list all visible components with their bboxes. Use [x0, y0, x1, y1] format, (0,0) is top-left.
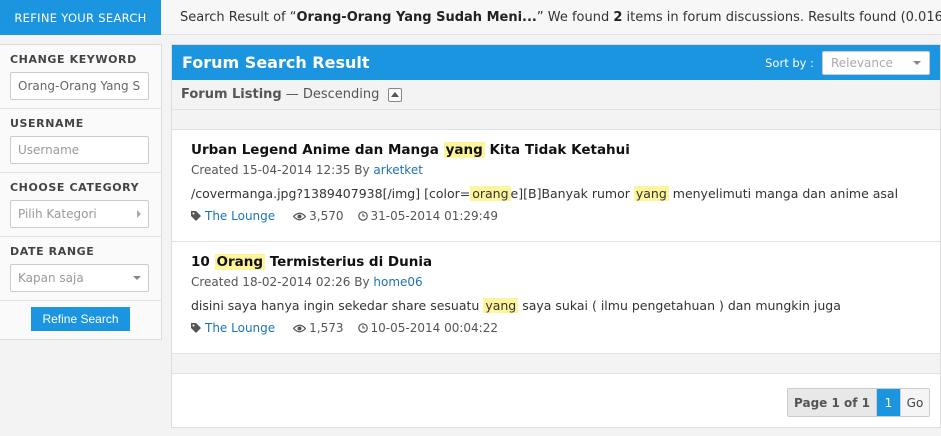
pagination-current-page[interactable]: 1 [877, 389, 901, 416]
result-created: Created 18-02-2014 02:26 By [191, 275, 374, 289]
date-title: DATE RANGE [10, 245, 95, 258]
keyword-title: CHANGE KEYWORD [10, 53, 137, 66]
snippet-text: menyelimuti manga dan anime asal [668, 186, 899, 201]
triangle-up-icon [391, 92, 400, 97]
result-author-link[interactable]: arketket [373, 163, 423, 177]
result-footer: The Lounge 1,573 10-05-2014 00:04:22 [191, 319, 940, 337]
highlight-term: orang [470, 186, 511, 201]
category-title: CHOOSE CATEGORY [10, 181, 140, 194]
keyword-input[interactable]: Orang-Orang Yang S [10, 72, 149, 100]
result-views: 3,570 [309, 209, 344, 223]
result-snippet: /covermanga.jpg?1389407938[/img] [color=… [191, 183, 940, 205]
pagination-go-button[interactable]: Go [901, 389, 929, 416]
result-category-link[interactable]: The Lounge [205, 209, 275, 223]
date-range-select[interactable]: Kapan saja [10, 264, 149, 292]
top-bar: REFINE YOUR SEARCH Search Result of “Ora… [0, 0, 941, 35]
forum-search-panel: Forum Search Result Sort by : Relevance … [171, 44, 941, 428]
username-title: USERNAME [10, 117, 84, 130]
clock-icon [357, 323, 368, 333]
list-footer-spacer [172, 354, 940, 374]
date-value: Kapan saja [18, 271, 84, 285]
date-section: DATE RANGE Kapan saja [0, 237, 161, 301]
listing-bar: Forum Listing — Descending [172, 80, 940, 110]
result-category-link[interactable]: The Lounge [205, 321, 275, 335]
keyword-value: Orang-Orang Yang S [18, 79, 141, 93]
summary-query: Orang-Orang Yang Sudah Meni... [296, 10, 537, 25]
title-text: Termisterius di Dunia [265, 254, 433, 270]
panel-header: Forum Search Result Sort by : Relevance [172, 45, 940, 80]
eye-icon [293, 212, 307, 220]
snippet-text: disini saya hanya ingin sekedar share se… [191, 298, 484, 313]
snippet-text: /covermanga.jpg?1389407938[/img] [color= [191, 186, 471, 201]
result-item: 10 Orang Termisterius di Dunia Created 1… [172, 242, 940, 354]
result-item: Urban Legend Anime dan Manga yang Kita T… [172, 130, 940, 242]
chevron-down-icon [913, 60, 921, 65]
result-meta: Created 15-04-2014 12:35 By arketket [191, 162, 940, 178]
sort-select[interactable]: Relevance [822, 50, 930, 75]
result-author-link[interactable]: home06 [373, 275, 422, 289]
keyword-section: CHANGE KEYWORD Orang-Orang Yang S [0, 45, 161, 109]
chevron-down-icon [133, 276, 141, 280]
category-select[interactable]: Pilih Kategori [10, 200, 149, 228]
sort-value: Relevance [831, 55, 893, 70]
category-section: CHOOSE CATEGORY Pilih Kategori [0, 173, 161, 237]
listing-label: Forum Listing [181, 87, 282, 102]
result-title[interactable]: Urban Legend Anime dan Manga yang Kita T… [191, 140, 940, 160]
result-created: Created 15-04-2014 12:35 By [191, 163, 374, 177]
collapse-toggle-icon[interactable] [388, 87, 403, 102]
listing-order: — Descending [285, 87, 380, 102]
tag-icon [191, 323, 201, 333]
result-views: 1,573 [309, 321, 344, 335]
title-text: 10 [191, 254, 215, 270]
summary-mid: ” We found [536, 10, 614, 25]
refine-search-button[interactable]: Refine Search [31, 307, 130, 331]
chevron-right-icon [137, 210, 141, 218]
highlight-term: yang [483, 298, 519, 313]
panel-title: Forum Search Result [182, 53, 370, 72]
clock-icon [357, 211, 368, 221]
pagination-info: Page 1 of 1 [788, 389, 877, 416]
result-snippet: disini saya hanya ingin sekedar share se… [191, 295, 940, 317]
username-section: USERNAME Username [0, 109, 161, 173]
refine-search-tab[interactable]: REFINE YOUR SEARCH [0, 0, 161, 35]
highlight-term: yang [443, 142, 485, 158]
category-value: Pilih Kategori [18, 207, 97, 221]
tag-icon [191, 211, 201, 221]
result-title[interactable]: 10 Orang Termisterius di Dunia [191, 252, 940, 272]
result-last-post: 31-05-2014 01:29:49 [370, 209, 498, 223]
title-text: Kita Tidak Ketahui [484, 142, 630, 158]
sort-label: Sort by : [765, 55, 814, 70]
snippet-text: saya sukai ( ilmu pengetahuan ) dan mung… [518, 298, 841, 313]
summary-prefix: Search Result of “ [180, 10, 297, 25]
title-text: Urban Legend Anime dan Manga [191, 142, 444, 158]
snippet-text: e][B]Banyak rumor [510, 186, 634, 201]
highlight-term: Orang [214, 254, 266, 270]
username-input[interactable]: Username [10, 136, 149, 164]
eye-icon [293, 324, 307, 332]
list-spacer [172, 110, 940, 130]
username-placeholder: Username [18, 143, 80, 157]
result-summary: Search Result of “Orang-Orang Yang Sudah… [180, 0, 941, 35]
pagination: Page 1 of 1 1 Go [787, 388, 930, 417]
result-footer: The Lounge 3,570 31-05-2014 01:29:49 [191, 207, 940, 225]
result-last-post: 10-05-2014 00:04:22 [370, 321, 498, 335]
summary-suffix: items in forum discussions. Results foun… [626, 10, 941, 25]
results-list: Urban Legend Anime dan Manga yang Kita T… [172, 130, 940, 354]
sort-control: Sort by : Relevance [765, 50, 930, 75]
highlight-term: yang [633, 186, 669, 201]
result-meta: Created 18-02-2014 02:26 By home06 [191, 274, 940, 290]
refine-sidebar: CHANGE KEYWORD Orang-Orang Yang S USERNA… [0, 44, 162, 340]
